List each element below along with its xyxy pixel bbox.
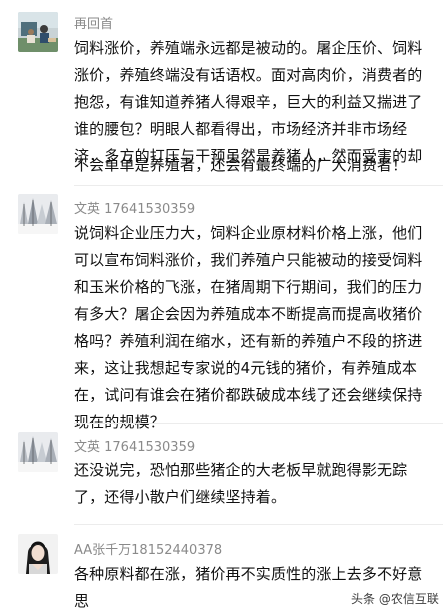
- comment-item: 文英 17641530359 说饲料企业压力大，饲料企业原材料价格上涨，他们 可…: [0, 186, 443, 431]
- comment-username[interactable]: AA张千万18152440378: [74, 539, 222, 558]
- avatar[interactable]: [18, 194, 58, 234]
- comment-username[interactable]: 文英 17641530359: [74, 436, 195, 455]
- comment-text-line: 各种原料都在涨，猪价再不实质性的涨上去多不好意: [74, 565, 423, 583]
- comment-text-line: 不会单单是养殖者，还会有最终端的广大消费者！: [74, 156, 408, 174]
- comment-text-line: 思: [74, 592, 90, 610]
- comment-text-line: 可以宣布饲料涨价，我们养殖户只能被动的接受饲料: [74, 251, 423, 269]
- comment-text-line: 饲料涨价，养殖端永远都是被动的。屠企压价、饲料: [74, 39, 423, 57]
- comment-text-line: 谁的腰包？明眼人都看得出，市场经济并非市场经: [74, 120, 408, 138]
- comment-text-line: 抱怨，有谁知道养猪人得艰辛，巨大的利益又揣进了: [74, 93, 423, 111]
- comment-username[interactable]: 再回首: [74, 13, 113, 32]
- comment-text-line: 涨价，养殖终端没有话语权。面对高肉价，消费者的: [74, 66, 423, 84]
- comment-item: 文英 17641530359 还没说完，恐怕那些猪企的大老板早就跑得影无踪 了，…: [0, 424, 443, 522]
- avatar[interactable]: [18, 12, 58, 52]
- comment-text-line: 格吗？养殖利润在缩水，还有新的养殖户不段的挤进: [74, 332, 423, 350]
- comment-list: 再回首 饲料涨价，养殖端永远都是被动的。屠企压价、饲料 涨价，养殖终端没有话语权…: [0, 0, 443, 615]
- comment-text-line: 还没说完，恐怕那些猪企的大老板早就跑得影无踪: [74, 461, 408, 479]
- comment-text-line: 来，这让我想起专家说的4元钱的猪价，有养殖成本: [74, 359, 417, 377]
- person-portrait-avatar-icon: [18, 534, 58, 574]
- avatar[interactable]: [18, 534, 58, 574]
- snowy-trees-photo-avatar-icon: [18, 194, 58, 234]
- comment-text-line: 在，试问有谁会在猪价都跌破成本线了还会继续保持: [74, 386, 423, 404]
- comment-text-line: 了，还得小散户们继续坚持着。: [74, 488, 287, 506]
- comment-text-line: 有多大？屠企会因为养殖成本不断提高而提高收猪价: [74, 305, 423, 323]
- comment-username[interactable]: 文英 17641530359: [74, 198, 195, 217]
- sitting-people-photo-avatar-icon: [18, 12, 58, 52]
- comment-text-line: 说饲料企业压力大，饲料企业原材料价格上涨，他们: [74, 224, 423, 242]
- watermark-label: 头条 @农信互联: [348, 589, 442, 608]
- avatar[interactable]: [18, 432, 58, 472]
- snowy-trees-photo-avatar-icon: [18, 432, 58, 472]
- comment-text-line: 和玉米价格的飞涨，在猪周期下行期间，我们的压力: [74, 278, 423, 296]
